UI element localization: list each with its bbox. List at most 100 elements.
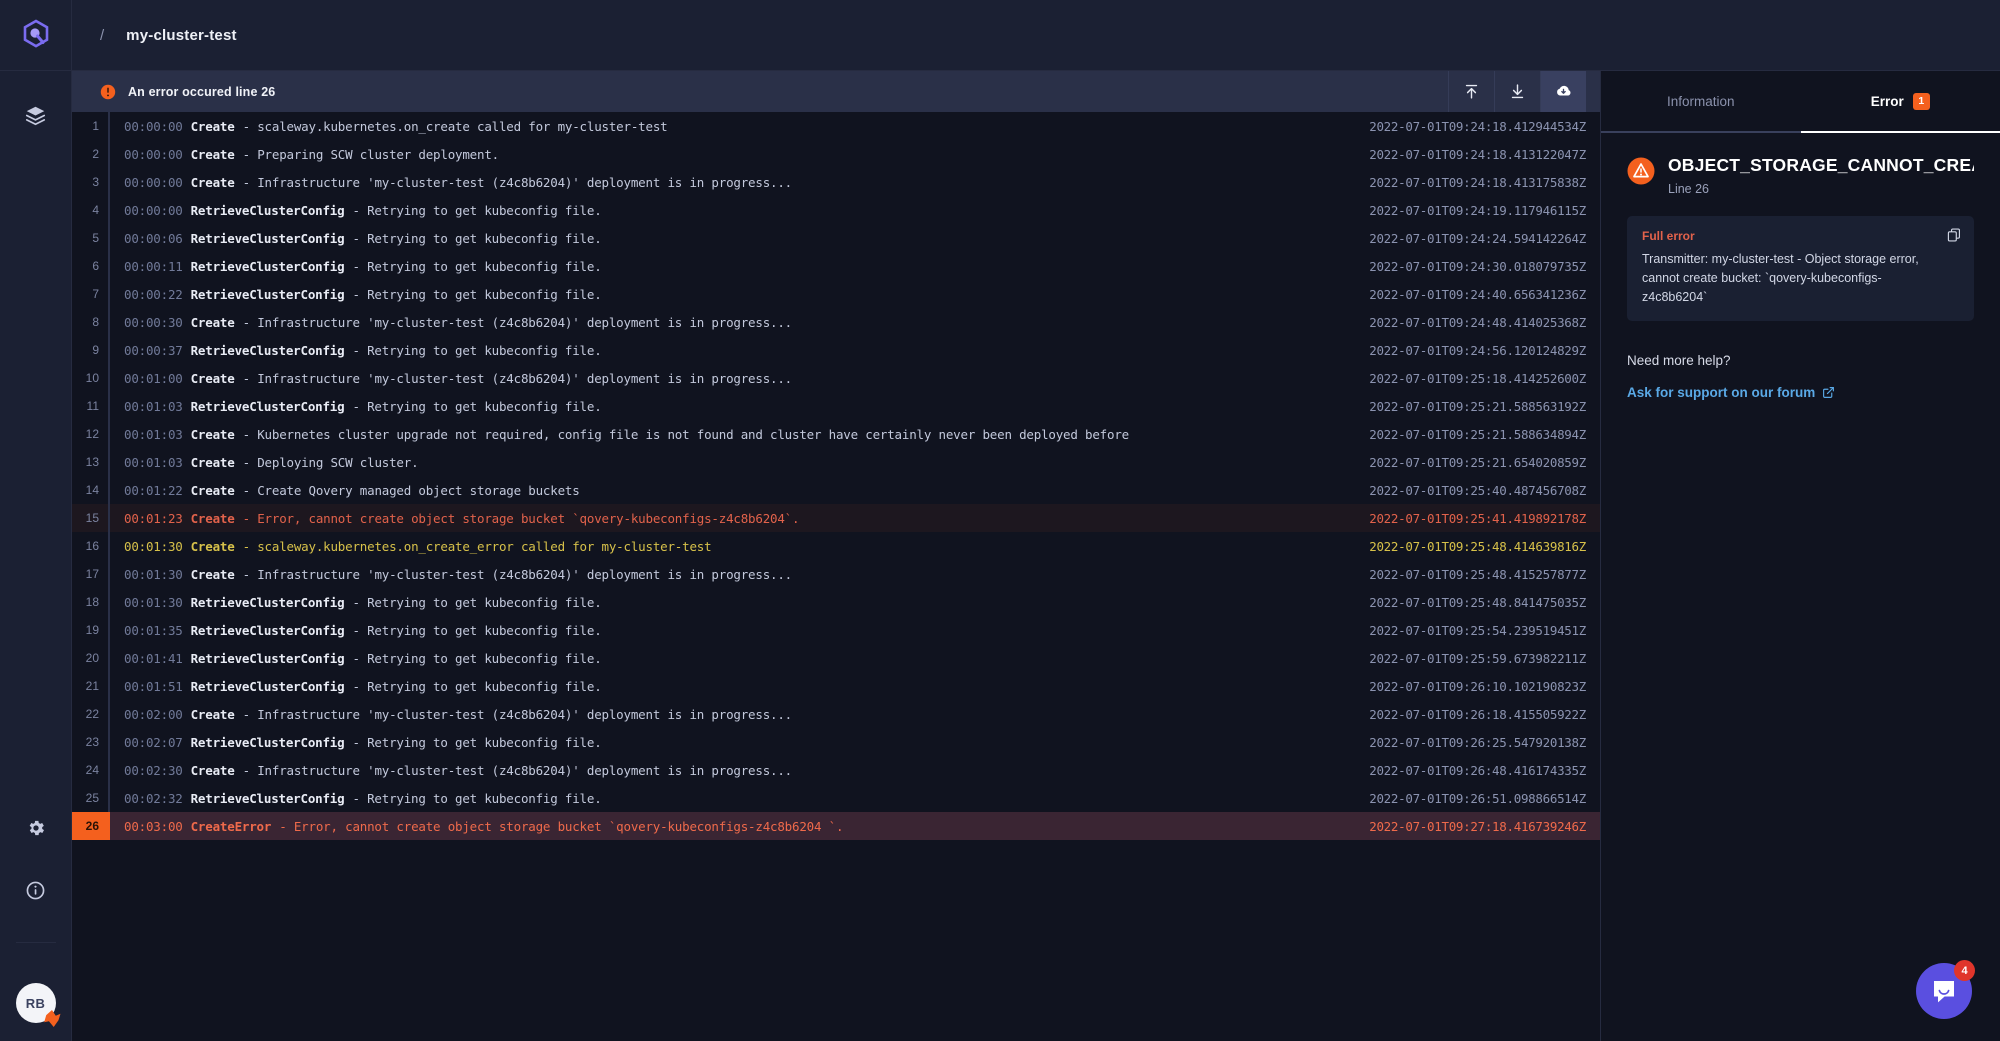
log-line[interactable]: 24 00:02:30 Create - Infrastructure 'my-clu… [72,756,1600,784]
log-line[interactable]: 1 00:00:00 Create - scaleway.kubernetes.on_… [72,112,1600,140]
log-list[interactable]: 1 00:00:00 Create - scaleway.kubernetes.on_… [72,112,1600,1041]
log-timestamp: 2022-07-01T09:25:21.588634894Z [1369,426,1586,442]
log-line-number: 18 [85,595,99,609]
log-line[interactable]: 15 00:01:23 Create - Error, cannot create o… [72,504,1600,532]
error-header: OBJECT_STORAGE_CANNOT_CREATE... Line 26 [1627,155,1974,196]
log-elapsed-time: 00:02:30 [124,762,183,778]
log-elapsed-time: 00:00:37 [124,342,183,358]
log-line[interactable]: 4 00:00:00 RetrieveClusterConfig - Retrying… [72,196,1600,224]
log-line[interactable]: 25 00:02:32 RetrieveClusterConfig - Retryin… [72,784,1600,812]
log-elapsed-time: 00:01:30 [124,538,183,554]
log-elapsed-time: 00:02:00 [124,706,183,722]
log-timestamp: 2022-07-01T09:26:48.416174335Z [1369,762,1586,778]
download-logs-button[interactable] [1494,71,1540,112]
scroll-to-top-button[interactable] [1448,71,1494,112]
log-line-number: 13 [85,455,99,469]
rail-footer: RB [15,810,61,1041]
log-line-number: 15 [85,511,99,525]
sidebar-item-settings[interactable] [18,810,54,846]
log-line[interactable]: 3 00:00:00 Create - Infrastructure 'my-clus… [72,168,1600,196]
log-elapsed-time: 00:01:03 [124,454,183,470]
log-message: - Retrying to get kubeconfig file. [352,398,602,414]
tab-error[interactable]: Error 1 [1800,71,2000,133]
log-line[interactable]: 8 00:00:30 Create - Infrastructure 'my-clus… [72,308,1600,336]
log-line[interactable]: 22 00:02:00 Create - Infrastructure 'my-clu… [72,700,1600,728]
log-line-body: 00:02:30 Create - Infrastructure 'my-clust… [108,756,1600,784]
log-step-name: Create [190,174,235,190]
log-step-name: RetrieveClusterConfig [190,286,345,302]
warning-triangle-icon [1627,157,1655,185]
tab-error-badge: 1 [1912,92,1930,110]
cloud-download-icon [1557,85,1571,96]
app-logo[interactable] [0,0,71,71]
error-line-ref: Line 26 [1668,182,1710,196]
log-line[interactable]: 10 00:01:00 Create - Infrastructure 'my-clu… [72,364,1600,392]
sidebar-item-info[interactable] [18,872,54,908]
log-elapsed-time: 00:00:00 [124,118,183,134]
log-timestamp: 2022-07-01T09:24:40.656341236Z [1369,286,1586,302]
tab-information[interactable]: Information [1601,71,1801,133]
log-timestamp: 2022-07-01T09:24:56.120124829Z [1369,342,1586,358]
log-message: - Infrastructure 'my-cluster-test (z4c8b… [242,762,793,778]
forum-support-link[interactable]: Ask for support on our forum [1627,385,1835,400]
log-line[interactable]: 12 00:01:03 Create - Kubernetes cluster upg… [72,420,1600,448]
log-line[interactable]: 21 00:01:51 RetrieveClusterConfig - Retryin… [72,672,1600,700]
external-link-icon [1823,387,1835,399]
breadcrumb-cluster-name[interactable]: my-cluster-test [126,27,237,44]
breadcrumb-separator: / [100,26,105,44]
log-line-number: 20 [85,651,99,665]
cloud-download-button[interactable] [1540,71,1586,112]
log-message: - Retrying to get kubeconfig file. [352,342,602,358]
log-step-name: RetrieveClusterConfig [190,398,345,414]
full-error-label: Full error [1642,229,1695,243]
log-elapsed-time: 00:03:00 [124,818,183,834]
log-line[interactable]: 13 00:01:03 Create - Deploying SCW cluster.… [72,448,1600,476]
log-line[interactable]: 23 00:02:07 RetrieveClusterConfig - Retryin… [72,728,1600,756]
log-line[interactable]: 14 00:01:22 Create - Create Qovery managed … [72,476,1600,504]
log-line-body: 00:01:30 Create - scaleway.kubernetes.on_c… [108,532,1600,560]
log-step-name: Create [190,538,235,554]
log-line[interactable]: 20 00:01:41 RetrieveClusterConfig - Retryin… [72,644,1600,672]
log-line[interactable]: 11 00:01:03 RetrieveClusterConfig - Retryin… [72,392,1600,420]
log-step-name: Create [190,146,235,162]
detail-tabs: Information Error 1 [1601,71,2000,133]
full-error-box: Full error Transmitter: my-cluster-test … [1627,216,1974,322]
log-step-name: RetrieveClusterConfig [190,650,345,666]
log-line-body: 00:00:00 Create - Preparing SCW cluster de… [108,140,1600,168]
log-elapsed-time: 00:01:30 [124,566,183,582]
sidebar-item-environments[interactable] [18,97,54,133]
log-timestamp: 2022-07-01T09:26:51.098866514Z [1369,790,1586,806]
error-title-group: OBJECT_STORAGE_CANNOT_CREATE... Line 26 [1668,155,1974,196]
log-line-body: 00:01:51 RetrieveClusterConfig - Retrying … [108,672,1600,700]
log-elapsed-time: 00:02:07 [124,734,183,750]
log-line[interactable]: 5 00:00:06 RetrieveClusterConfig - Retrying… [72,224,1600,252]
log-line-body: 00:00:00 Create - scaleway.kubernetes.on_c… [108,112,1600,140]
log-line[interactable]: 19 00:01:35 RetrieveClusterConfig - Retryin… [72,616,1600,644]
content-row: An error occured line 26 1 00:00:00 Crea… [72,71,2000,1041]
gear-icon [29,820,44,836]
log-line[interactable]: 26 00:03:00 CreateError - Error, cannot cre… [72,812,1600,840]
log-timestamp: 2022-07-01T09:25:41.419892178Z [1369,510,1586,526]
error-banner: An error occured line 26 [72,71,1600,112]
log-line[interactable]: 16 00:01:30 Create - scaleway.kubernetes.on… [72,532,1600,560]
log-line[interactable]: 7 00:00:22 RetrieveClusterConfig - Retrying… [72,280,1600,308]
log-line[interactable]: 6 00:00:11 RetrieveClusterConfig - Retrying… [72,252,1600,280]
log-timestamp: 2022-07-01T09:24:30.018079735Z [1369,258,1586,274]
info-icon [26,881,45,899]
copy-icon[interactable] [1947,228,1961,242]
log-line[interactable]: 9 00:00:37 RetrieveClusterConfig - Retrying… [72,336,1600,364]
log-timestamp: 2022-07-01T09:25:59.673982211Z [1369,650,1586,666]
log-step-name: Create [190,118,235,134]
log-line[interactable]: 17 00:01:30 Create - Infrastructure 'my-clu… [72,560,1600,588]
log-line[interactable]: 18 00:01:30 RetrieveClusterConfig - Retryin… [72,588,1600,616]
chat-launcher-button[interactable]: 4 [1916,960,1975,1019]
log-line-body: 00:02:07 RetrieveClusterConfig - Retrying … [108,728,1600,756]
log-line-body: 00:02:00 Create - Infrastructure 'my-clust… [108,700,1600,728]
help-title: Need more help? [1627,353,1731,369]
forum-support-link-label: Ask for support on our forum [1627,385,1816,401]
log-line-body: 00:01:23 Create - Error, cannot create obj… [108,504,1600,532]
log-line[interactable]: 2 00:00:00 Create - Preparing SCW cluster d… [72,140,1600,168]
log-toolbar [1448,71,1586,112]
log-message: - Deploying SCW cluster. [242,454,419,470]
log-line-number: 10 [85,371,99,385]
